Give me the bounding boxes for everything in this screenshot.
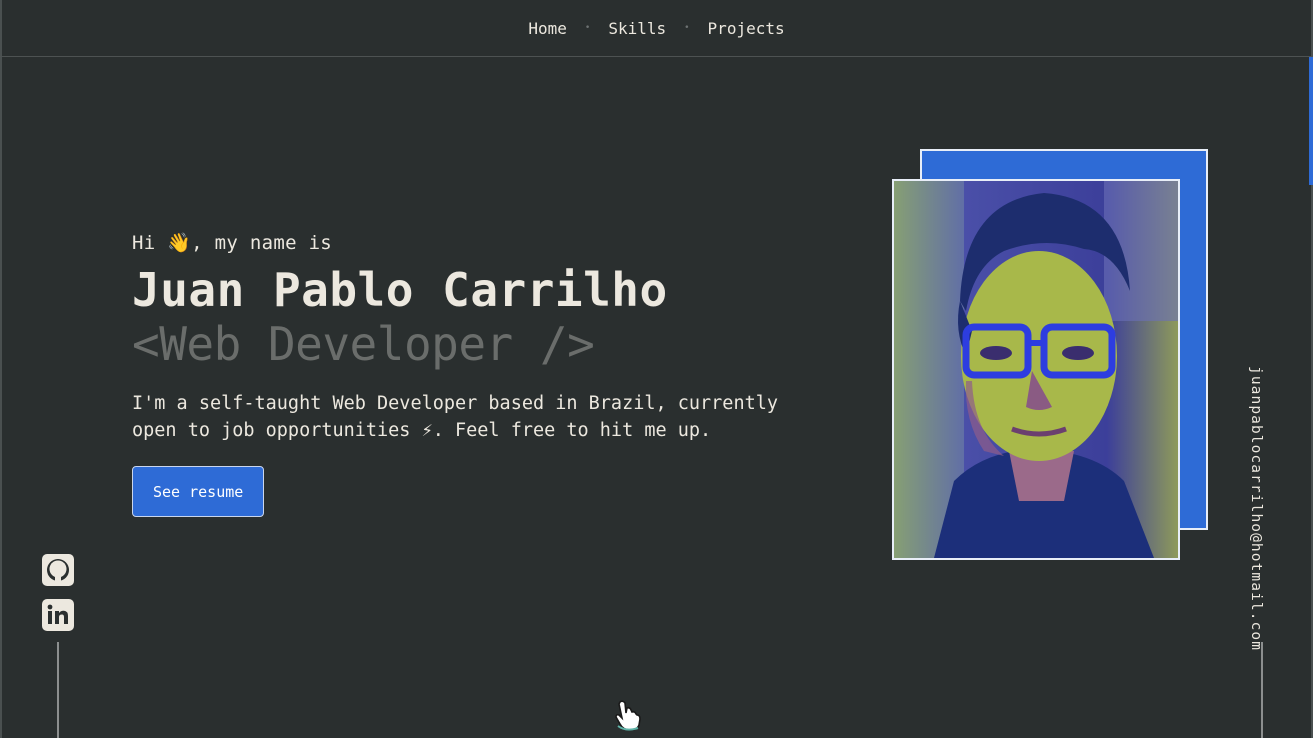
social-divider-line <box>57 642 59 738</box>
nav-skills-link[interactable]: Skills <box>604 19 670 38</box>
email-link[interactable]: juanpablocarrilho@hotmail.com <box>1248 366 1264 651</box>
top-nav: Home • Skills • Projects <box>0 0 1313 57</box>
nav-separator: • <box>684 23 690 33</box>
hero-role: <Web Developer /> <box>132 317 595 371</box>
greeting-text: Hi 👋, my name is <box>132 232 333 254</box>
nav-projects-link[interactable]: Projects <box>704 19 789 38</box>
hero-bio: I'm a self-taught Web Developer based in… <box>132 393 779 441</box>
page-frame-left <box>0 0 2 738</box>
hero-section: Hi 👋, my name is Juan Pablo Carrilho <We… <box>132 228 832 517</box>
linkedin-icon[interactable] <box>42 599 74 631</box>
email-sidebar: juanpablocarrilho@hotmail.com <box>1248 366 1276 651</box>
social-links <box>42 554 76 644</box>
scroll-indicator[interactable] <box>1309 57 1313 185</box>
profile-photo-frame <box>892 149 1208 560</box>
profile-photo <box>892 179 1180 560</box>
github-icon[interactable] <box>42 554 74 586</box>
nav-home-link[interactable]: Home <box>524 19 571 38</box>
email-divider-line <box>1261 642 1263 738</box>
see-resume-button[interactable]: See resume <box>132 466 265 517</box>
hero-name: Juan Pablo Carrilho <box>132 263 668 317</box>
nav-separator: • <box>584 23 591 33</box>
pointer-hand-icon <box>612 698 646 732</box>
